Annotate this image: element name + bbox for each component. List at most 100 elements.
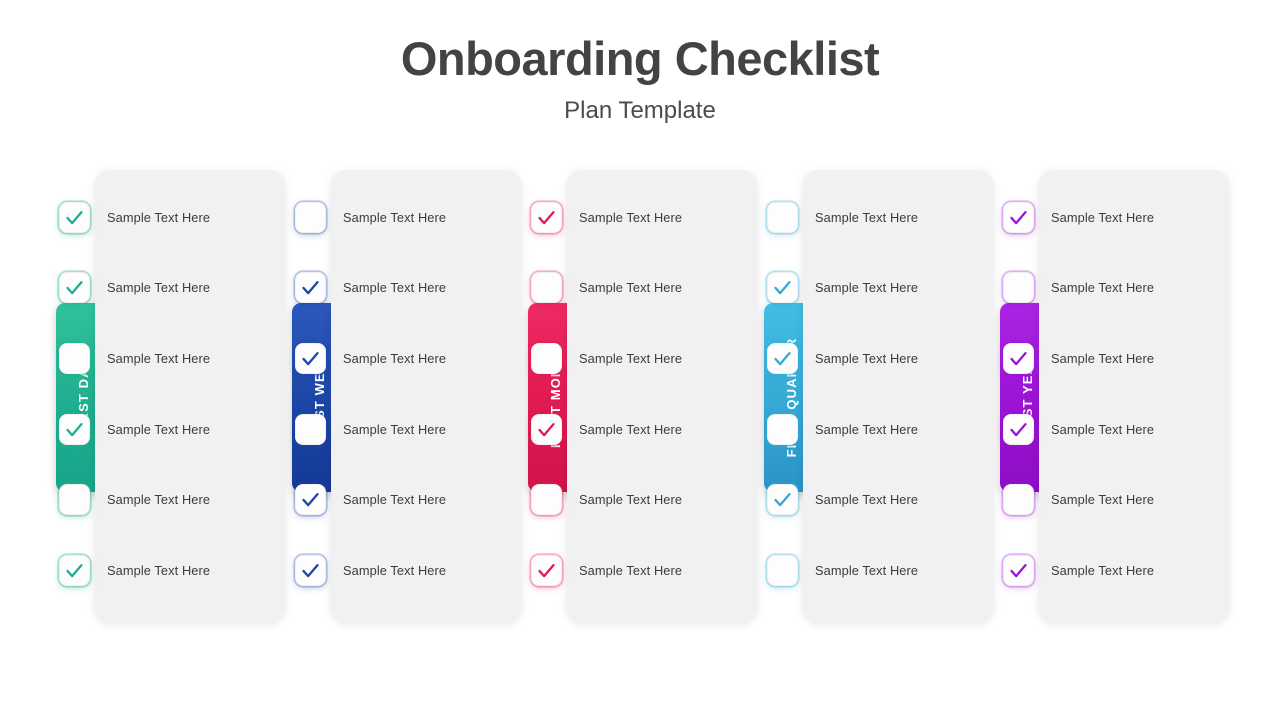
- checklist-row-label: Sample Text Here: [579, 562, 683, 578]
- checklist-row[interactable]: Sample Text Here: [531, 409, 682, 449]
- checklist-row[interactable]: Sample Text Here: [767, 409, 918, 449]
- checklist-row-label: Sample Text Here: [107, 562, 211, 578]
- checkbox-checked-icon[interactable]: [295, 342, 326, 374]
- checklist-row[interactable]: Sample Text Here: [59, 338, 210, 378]
- checkbox-checked-icon[interactable]: [59, 554, 90, 586]
- checklist-column-first-month: FIRST MONTH Sample Text Here Sample Text H…: [528, 170, 764, 625]
- checklist-row[interactable]: Sample Text Here: [59, 197, 210, 237]
- checklist-row-label: Sample Text Here: [1051, 421, 1155, 437]
- checklist-row[interactable]: Sample Text Here: [531, 338, 682, 378]
- checklist-row[interactable]: Sample Text Here: [1003, 197, 1154, 237]
- checklist-row-label: Sample Text Here: [579, 350, 683, 366]
- checklist-items-first-day: Sample Text Here Sample Text Here Sample T…: [56, 170, 246, 622]
- checklist-row-label: Sample Text Here: [579, 209, 683, 225]
- checkbox-checked-icon[interactable]: [767, 271, 798, 303]
- checklist-row[interactable]: Sample Text Here: [295, 550, 446, 590]
- checkbox-checked-icon[interactable]: [59, 201, 90, 233]
- checklist-row[interactable]: Sample Text Here: [295, 197, 446, 237]
- checklist-row[interactable]: Sample Text Here: [59, 267, 210, 307]
- checklist-row-label: Sample Text Here: [815, 562, 919, 578]
- checkbox-unchecked-icon[interactable]: [295, 413, 326, 445]
- checkbox-checked-icon[interactable]: [767, 483, 798, 515]
- checklist-row-label: Sample Text Here: [815, 279, 919, 295]
- checkbox-unchecked-icon[interactable]: [1003, 271, 1034, 303]
- checklist-items-first-week: Sample Text Here Sample Text Here Sample T…: [292, 170, 482, 622]
- checklist-row-label: Sample Text Here: [107, 421, 211, 437]
- checklist-row-label: Sample Text Here: [579, 421, 683, 437]
- checklist-row[interactable]: Sample Text Here: [1003, 409, 1154, 449]
- checklist-row-label: Sample Text Here: [1051, 279, 1155, 295]
- checklist-column-first-quarter: FIRST QUARTER Sample Text Here Sample Text…: [764, 170, 1000, 625]
- checkbox-checked-icon[interactable]: [767, 342, 798, 374]
- checkbox-checked-icon[interactable]: [1003, 201, 1034, 233]
- checklist-row-label: Sample Text Here: [815, 350, 919, 366]
- checkbox-checked-icon[interactable]: [531, 413, 562, 445]
- checkbox-unchecked-icon[interactable]: [1003, 483, 1034, 515]
- checklist-row-label: Sample Text Here: [343, 491, 447, 507]
- checklist-column-first-week: FIRST WEEK Sample Text Here Sample Text He…: [292, 170, 528, 625]
- checkbox-checked-icon[interactable]: [531, 201, 562, 233]
- checklist-row-label: Sample Text Here: [1051, 562, 1155, 578]
- checklist-row[interactable]: Sample Text Here: [1003, 479, 1154, 519]
- checkbox-unchecked-icon[interactable]: [531, 342, 562, 374]
- checklist-row[interactable]: Sample Text Here: [767, 479, 918, 519]
- checklist-row-label: Sample Text Here: [815, 491, 919, 507]
- checkbox-unchecked-icon[interactable]: [767, 554, 798, 586]
- checkbox-unchecked-icon[interactable]: [59, 483, 90, 515]
- checklist-row[interactable]: Sample Text Here: [295, 267, 446, 307]
- checklist-row[interactable]: Sample Text Here: [531, 267, 682, 307]
- page-subtitle: Plan Template: [564, 97, 716, 125]
- checkbox-checked-icon[interactable]: [59, 413, 90, 445]
- page-header: Onboarding Checklist Plan Template: [0, 0, 1280, 126]
- checklist-row[interactable]: Sample Text Here: [531, 479, 682, 519]
- checkbox-unchecked-icon[interactable]: [295, 201, 326, 233]
- checklist-row[interactable]: Sample Text Here: [767, 338, 918, 378]
- checkbox-unchecked-icon[interactable]: [767, 413, 798, 445]
- checkbox-unchecked-icon[interactable]: [531, 483, 562, 515]
- checklist-row-label: Sample Text Here: [107, 209, 211, 225]
- checkbox-checked-icon[interactable]: [59, 271, 90, 303]
- checklist-columns: FIRST DAY Sample Text Here Sample Text Her…: [0, 170, 1280, 625]
- checkbox-checked-icon[interactable]: [1003, 342, 1034, 374]
- checklist-row[interactable]: Sample Text Here: [531, 550, 682, 590]
- checklist-items-first-year: Sample Text Here Sample Text Here Sample T…: [1000, 170, 1190, 622]
- checklist-row-label: Sample Text Here: [343, 421, 447, 437]
- checklist-row-label: Sample Text Here: [1051, 491, 1155, 507]
- checklist-row-label: Sample Text Here: [579, 279, 683, 295]
- checklist-row-label: Sample Text Here: [343, 209, 447, 225]
- checklist-row[interactable]: Sample Text Here: [531, 197, 682, 237]
- checklist-row-label: Sample Text Here: [343, 279, 447, 295]
- checkbox-unchecked-icon[interactable]: [767, 201, 798, 233]
- checklist-row[interactable]: Sample Text Here: [1003, 550, 1154, 590]
- checklist-row[interactable]: Sample Text Here: [295, 338, 446, 378]
- checklist-row[interactable]: Sample Text Here: [59, 479, 210, 519]
- checklist-row-label: Sample Text Here: [107, 350, 211, 366]
- checklist-row-label: Sample Text Here: [579, 491, 683, 507]
- checkbox-checked-icon[interactable]: [1003, 413, 1034, 445]
- checklist-row-label: Sample Text Here: [1051, 350, 1155, 366]
- checklist-row[interactable]: Sample Text Here: [59, 550, 210, 590]
- checklist-row[interactable]: Sample Text Here: [295, 479, 446, 519]
- checkbox-unchecked-icon[interactable]: [531, 271, 562, 303]
- checkbox-checked-icon[interactable]: [295, 483, 326, 515]
- checklist-row-label: Sample Text Here: [343, 562, 447, 578]
- checklist-column-first-day: FIRST DAY Sample Text Here Sample Text Her…: [56, 170, 292, 625]
- checklist-row[interactable]: Sample Text Here: [767, 267, 918, 307]
- checkbox-checked-icon[interactable]: [295, 271, 326, 303]
- checklist-row[interactable]: Sample Text Here: [767, 550, 918, 590]
- checklist-row[interactable]: Sample Text Here: [295, 409, 446, 449]
- checklist-row[interactable]: Sample Text Here: [59, 409, 210, 449]
- checklist-row[interactable]: Sample Text Here: [767, 197, 918, 237]
- checkbox-checked-icon[interactable]: [531, 554, 562, 586]
- checkbox-checked-icon[interactable]: [295, 554, 326, 586]
- checkbox-unchecked-icon[interactable]: [59, 342, 90, 374]
- checklist-row[interactable]: Sample Text Here: [1003, 338, 1154, 378]
- checklist-row-label: Sample Text Here: [1051, 209, 1155, 225]
- checklist-row-label: Sample Text Here: [815, 209, 919, 225]
- checklist-row[interactable]: Sample Text Here: [1003, 267, 1154, 307]
- checklist-row-label: Sample Text Here: [107, 491, 211, 507]
- checklist-row-label: Sample Text Here: [815, 421, 919, 437]
- checklist-items-first-quarter: Sample Text Here Sample Text Here Sample T…: [764, 170, 954, 622]
- checkbox-checked-icon[interactable]: [1003, 554, 1034, 586]
- page-title: Onboarding Checklist: [400, 32, 880, 85]
